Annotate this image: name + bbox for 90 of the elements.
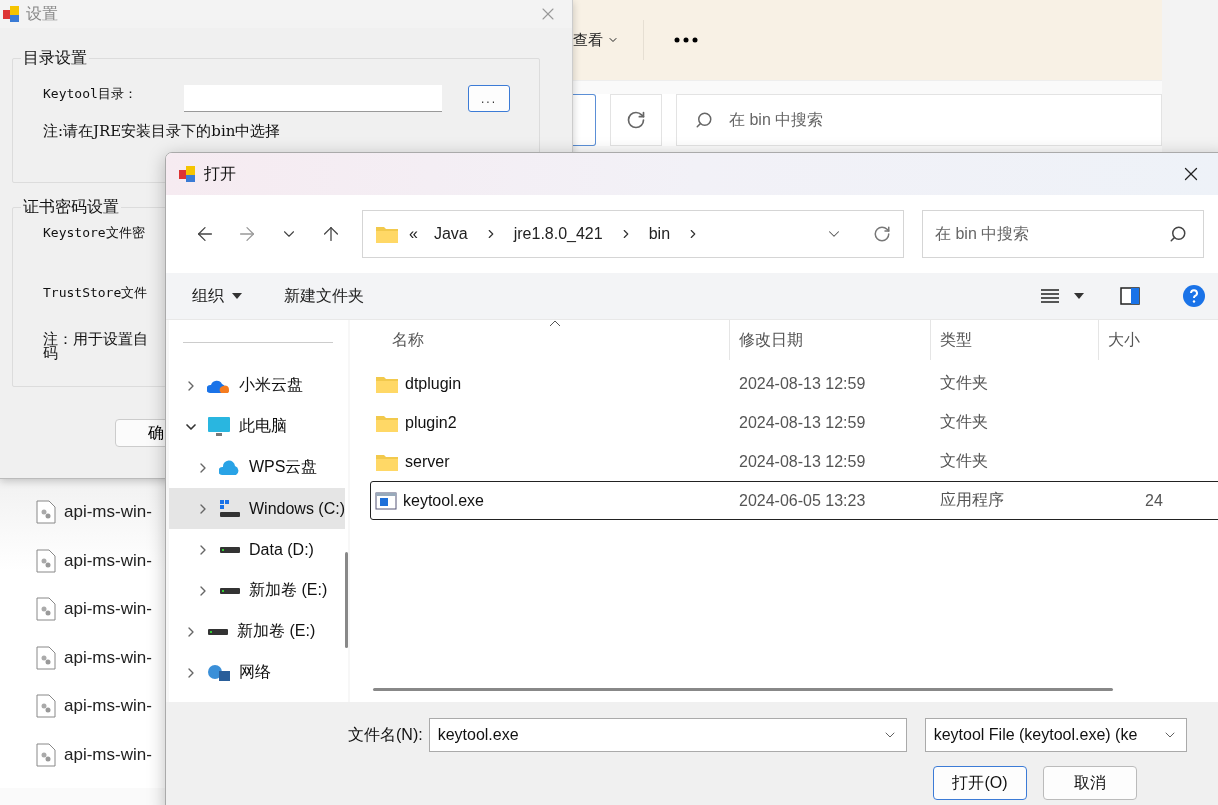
- file-name[interactable]: api-ms-win-: [64, 550, 152, 571]
- note-text: 注：用于设置自: [43, 332, 148, 346]
- column-header[interactable]: 大小: [1099, 320, 1218, 360]
- cloud-icon: [219, 459, 241, 476]
- note-text: 码: [43, 346, 58, 360]
- nav-tree-item[interactable]: Windows (C:): [169, 488, 345, 529]
- application-icon: [375, 491, 397, 510]
- file-name: plugin2: [405, 413, 457, 432]
- monitor-icon: [207, 415, 231, 438]
- type-text: 文件夹: [940, 451, 988, 471]
- app-icon: [2, 5, 20, 23]
- date-text: 2024-08-13 12:59: [739, 374, 866, 393]
- help-icon[interactable]: [1182, 284, 1206, 308]
- file-icon: [36, 694, 56, 718]
- caret-icon[interactable]: [1074, 293, 1084, 299]
- nav-tree-item[interactable]: 网络: [169, 652, 345, 693]
- file-name[interactable]: api-ms-win-: [64, 599, 152, 619]
- type-text: 文件夹: [940, 412, 988, 432]
- scrollbar-thumb[interactable]: [373, 688, 1113, 691]
- path-input-field[interactable]: [184, 85, 442, 112]
- file-row[interactable]: plugin2 2024-08-13 12:59 文件夹: [370, 403, 1218, 442]
- drive-icon: [219, 545, 241, 554]
- window-title: 设置: [26, 3, 59, 24]
- date-text: 2024-06-05 13:23: [739, 491, 866, 510]
- window-title: 打开: [204, 163, 237, 184]
- type-text: 文件夹: [940, 373, 988, 393]
- drive-icon: [219, 498, 241, 519]
- file-row[interactable]: keytool.exe 2024-06-05 13:23 应用程序 24: [370, 481, 1218, 520]
- nav-tree-item[interactable]: 小米云盘: [169, 365, 345, 406]
- browse-button[interactable]: ...: [468, 85, 510, 112]
- nav-tree-item[interactable]: 新加卷 (E:): [169, 611, 345, 652]
- nav-tree-item[interactable]: 新加卷 (E:): [169, 570, 345, 611]
- date-text: 2024-08-13 12:59: [739, 452, 866, 471]
- column-header[interactable]: 名称: [350, 320, 730, 360]
- field-label: Keystore文件密: [43, 224, 145, 242]
- file-name: dtplugin: [405, 374, 462, 393]
- file-name: keytool.exe: [403, 491, 484, 510]
- refresh-icon[interactable]: [873, 225, 891, 243]
- field-label: TrustStore文件: [43, 284, 148, 302]
- organize-menu[interactable]: 组织: [192, 285, 242, 307]
- file-row[interactable]: dtplugin 2024-08-13 12:59 文件夹: [370, 364, 1218, 403]
- file-row[interactable]: server 2024-08-13 12:59 文件夹: [370, 442, 1218, 481]
- drive-icon: [219, 586, 241, 595]
- field-label: 文件名(N):: [348, 724, 423, 745]
- drive-icon: [207, 627, 229, 636]
- folder-icon: [375, 224, 399, 244]
- search-placeholder: 在 bin 中搜索: [935, 223, 1031, 244]
- size-text: 24: [1145, 491, 1163, 510]
- file-name: server: [405, 452, 450, 471]
- file-name[interactable]: api-ms-win-: [64, 744, 152, 765]
- breadcrumb-segment[interactable]: Java: [433, 225, 468, 243]
- preview-pane-icon[interactable]: [1120, 287, 1140, 305]
- file-icon: [36, 645, 56, 670]
- open-button[interactable]: 打开(O): [933, 766, 1027, 800]
- file-icon: [36, 597, 56, 621]
- new-folder-button[interactable]: 新建文件夹: [284, 285, 364, 307]
- breadcrumb-segment[interactable]: jre1.8.0_421: [513, 225, 603, 243]
- view-list-icon[interactable]: [1040, 288, 1060, 304]
- search-icon: [1169, 225, 1187, 243]
- file-name[interactable]: api-ms-win-: [64, 502, 152, 522]
- breadcrumb-segment[interactable]: bin: [648, 225, 671, 243]
- note-text: 注:请在JRE安装目录下的bin中选择: [43, 122, 281, 141]
- network-icon: [207, 662, 231, 683]
- refresh-icon: [626, 110, 646, 130]
- address-bar[interactable]: « Java jre1.8.0_421 bin: [362, 210, 904, 258]
- file-name[interactable]: api-ms-win-: [64, 696, 152, 716]
- nav-tree-item[interactable]: WPS云盘: [169, 447, 345, 488]
- file-icon: [36, 742, 56, 767]
- field-label: Keytool目录：: [43, 85, 138, 103]
- search-field[interactable]: 在 bin 中搜索: [676, 94, 1162, 146]
- file-name[interactable]: api-ms-win-: [64, 647, 152, 668]
- filename-field[interactable]: keytool.exe: [428, 718, 907, 752]
- column-header[interactable]: 类型: [931, 320, 1099, 360]
- scrollbar-thumb[interactable]: [345, 552, 348, 648]
- type-text: 应用程序: [940, 490, 1004, 510]
- more-icon[interactable]: [674, 37, 698, 43]
- nav-tree-item[interactable]: Data (D:): [169, 529, 345, 570]
- file-type-dropdown[interactable]: keytool File (keytool.exe) (ke: [924, 718, 1187, 752]
- cancel-button[interactable]: 取消: [1043, 766, 1137, 800]
- column-header[interactable]: 修改日期: [730, 320, 931, 360]
- caret-icon: [232, 293, 242, 299]
- date-text: 2024-08-13 12:59: [739, 413, 866, 432]
- refresh-button[interactable]: [610, 94, 662, 146]
- sort-caret-icon: [549, 320, 561, 327]
- file-icon: [36, 548, 56, 573]
- file-icon: [36, 500, 56, 524]
- search-field[interactable]: 在 bin 中搜索: [922, 210, 1204, 258]
- search-icon: [695, 111, 713, 129]
- breadcrumb-overflow[interactable]: «: [409, 225, 418, 243]
- app-icon: [178, 165, 196, 183]
